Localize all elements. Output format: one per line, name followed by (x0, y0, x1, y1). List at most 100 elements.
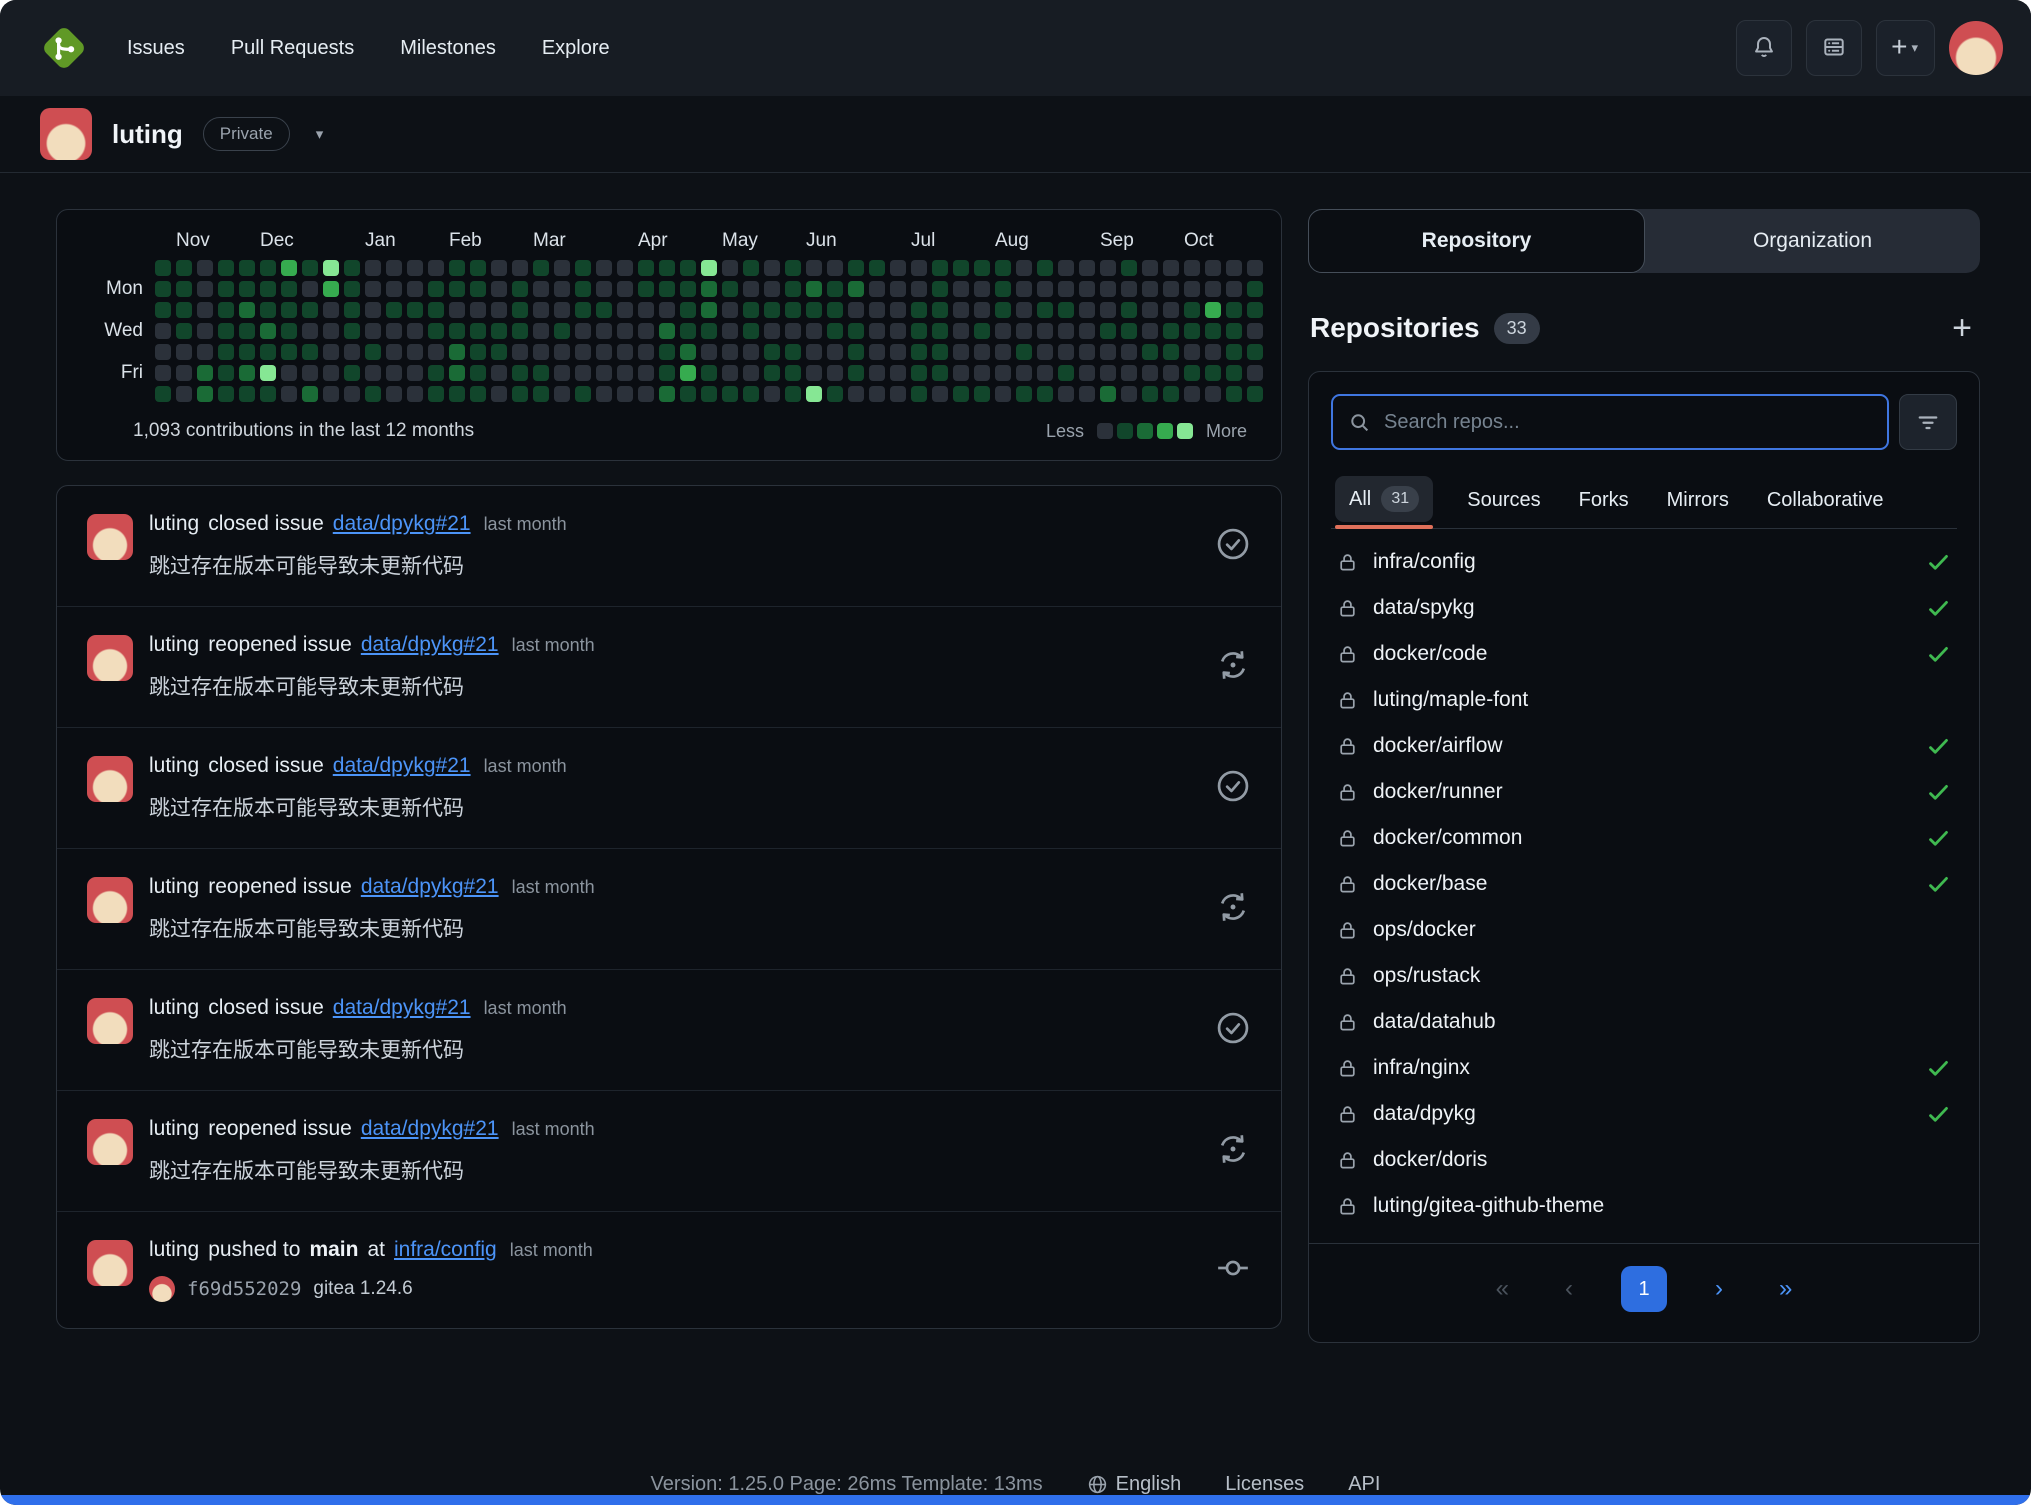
tab-repository[interactable]: Repository (1308, 209, 1645, 273)
nav-item-explore[interactable]: Explore (519, 27, 633, 70)
repo-row[interactable]: data/spykg (1331, 585, 1957, 631)
heatmap-cell (1247, 344, 1263, 360)
repo-row[interactable]: infra/nginx (1331, 1045, 1957, 1091)
heatmap-cell (197, 260, 213, 276)
licenses-link[interactable]: Licenses (1225, 1473, 1304, 1496)
repo-row[interactable]: luting/maple-font (1331, 677, 1957, 723)
user-avatar[interactable] (1949, 21, 2003, 75)
pagination-first-button[interactable]: « (1488, 1271, 1517, 1307)
heatmap-cell (449, 281, 465, 297)
heatmap-cell (365, 323, 381, 339)
feed-issue-link[interactable]: data/dpykg#21 (333, 996, 471, 1020)
heatmap-cell (932, 260, 948, 276)
filter-button[interactable] (1899, 394, 1957, 450)
notifications-button[interactable] (1736, 20, 1792, 76)
repo-name: docker/runner (1373, 780, 1503, 804)
repo-filter-all[interactable]: All31 (1335, 476, 1433, 522)
feed-repo-link[interactable]: infra/config (394, 1238, 497, 1262)
heatmap-cell (302, 386, 318, 402)
repo-row[interactable]: infra/config (1331, 539, 1957, 585)
heatmap-cell (722, 365, 738, 381)
heatmap-cell (1100, 281, 1116, 297)
heatmap-grid (155, 260, 1257, 402)
heatmap-cell (974, 386, 990, 402)
heatmap-cell (764, 386, 780, 402)
heatmap-cell (869, 386, 885, 402)
heatmap-cell (512, 281, 528, 297)
heatmap-cell (932, 365, 948, 381)
repo-list: infra/configdata/spykgdocker/codeluting/… (1331, 539, 1957, 1229)
feed-actor[interactable]: luting (149, 633, 199, 657)
heatmap-cell (407, 260, 423, 276)
heatmap-cell (785, 365, 801, 381)
heatmap-cell (1079, 281, 1095, 297)
feed-issue-link[interactable]: data/dpykg#21 (361, 633, 499, 657)
nav-item-issues[interactable]: Issues (104, 27, 208, 70)
heatmap-cell (449, 344, 465, 360)
heatmap-cell (722, 323, 738, 339)
repo-filter-sources[interactable]: Sources (1463, 479, 1544, 528)
gitea-logo-icon[interactable] (38, 22, 90, 74)
feed-issue-link[interactable]: data/dpykg#21 (333, 754, 471, 778)
feed-issue-link[interactable]: data/dpykg#21 (361, 1117, 499, 1141)
repo-row[interactable]: docker/doris (1331, 1137, 1957, 1183)
heatmap-cell (1016, 365, 1032, 381)
repo-row[interactable]: data/datahub (1331, 999, 1957, 1045)
profile-username[interactable]: luting (112, 119, 183, 150)
actor-avatar (87, 877, 133, 923)
feed-actor[interactable]: luting (149, 875, 199, 899)
repo-filter-mirrors[interactable]: Mirrors (1663, 479, 1733, 528)
heatmap-cell (155, 386, 171, 402)
repo-row[interactable]: ops/docker (1331, 907, 1957, 953)
heatmap-cell (575, 302, 591, 318)
feed-issue-link[interactable]: data/dpykg#21 (333, 512, 471, 536)
feed-actor[interactable]: luting (149, 1238, 199, 1262)
repo-row[interactable]: docker/common (1331, 815, 1957, 861)
repo-name: docker/doris (1373, 1148, 1487, 1172)
commit-sha[interactable]: f69d552029 (187, 1278, 301, 1300)
heatmap-cell (575, 281, 591, 297)
pagination-last-button[interactable]: » (1771, 1271, 1800, 1307)
heatmap-cell (428, 281, 444, 297)
language-selector[interactable]: English (1087, 1473, 1182, 1496)
heatmap-cell (827, 344, 843, 360)
repo-row[interactable]: docker/runner (1331, 769, 1957, 815)
pagination-prev-button[interactable]: ‹ (1557, 1271, 1581, 1307)
heatmap-cell (869, 302, 885, 318)
create-new-button[interactable]: + ▾ (1876, 20, 1935, 76)
heatmap-cell (911, 302, 927, 318)
nav-item-pull-requests[interactable]: Pull Requests (208, 27, 377, 70)
heatmap-cell (470, 365, 486, 381)
repo-row[interactable]: docker/code (1331, 631, 1957, 677)
feed-actor[interactable]: luting (149, 1117, 199, 1141)
feed-actor[interactable]: luting (149, 512, 199, 536)
heatmap-cell (722, 344, 738, 360)
repo-row[interactable]: docker/airflow (1331, 723, 1957, 769)
feed-actor[interactable]: luting (149, 996, 199, 1020)
pagination-next-button[interactable]: › (1707, 1271, 1731, 1307)
repo-search-input[interactable] (1382, 410, 1871, 435)
repo-filter-collaborative[interactable]: Collaborative (1763, 479, 1888, 528)
repo-row[interactable]: luting/gitea-github-theme (1331, 1183, 1957, 1229)
site-admin-button[interactable] (1806, 20, 1862, 76)
feed-issue-link[interactable]: data/dpykg#21 (361, 875, 499, 899)
lock-icon (1337, 874, 1358, 895)
heatmap-cell (281, 365, 297, 381)
api-link[interactable]: API (1348, 1473, 1380, 1496)
feed-actor[interactable]: luting (149, 754, 199, 778)
lock-icon (1337, 1058, 1358, 1079)
repo-row[interactable]: data/dpykg (1331, 1091, 1957, 1137)
tab-organization[interactable]: Organization (1645, 209, 1980, 273)
heatmap-cell (722, 281, 738, 297)
pagination-page-1-button[interactable]: 1 (1621, 1266, 1667, 1312)
new-repository-button[interactable]: + (1946, 311, 1978, 345)
profile-avatar[interactable] (40, 108, 92, 160)
repo-filter-forks[interactable]: Forks (1575, 479, 1633, 528)
profile-dropdown-caret[interactable]: ▾ (316, 125, 324, 143)
heatmap-cell (218, 344, 234, 360)
repo-row[interactable]: docker/base (1331, 861, 1957, 907)
heatmap-cell (176, 323, 192, 339)
repo-row[interactable]: ops/rustack (1331, 953, 1957, 999)
status-success-icon (1926, 1056, 1951, 1081)
nav-item-milestones[interactable]: Milestones (377, 27, 519, 70)
